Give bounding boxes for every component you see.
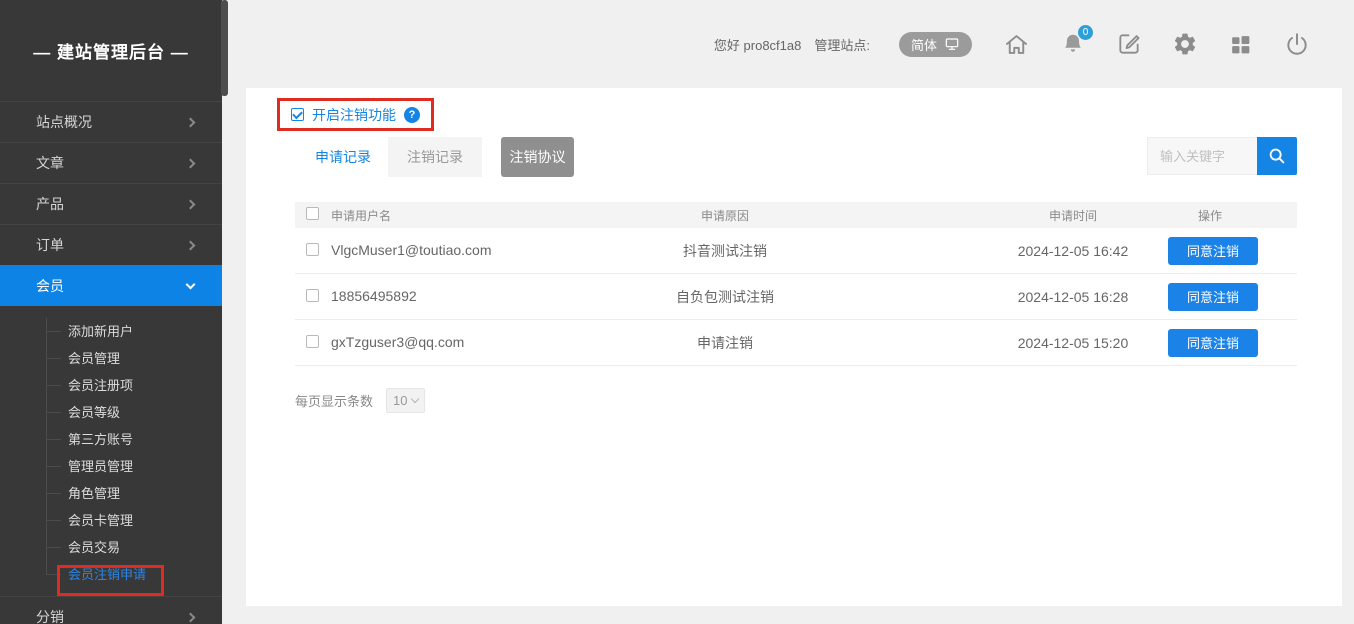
row-checkbox[interactable] [306,243,319,256]
table-row: VlgcMuser1@toutiao.com 抖音测试注销 2024-12-05… [295,228,1297,274]
row-reason: 抖音测试注销 [535,241,915,261]
gear-icon[interactable] [1171,31,1198,58]
home-icon[interactable] [1003,31,1030,58]
manage-site-label: 管理站点: [814,35,870,54]
row-reason: 自负包测试注销 [535,287,915,307]
topbar: 您好 pro8cf1a8 管理站点: 简体 0 [222,0,1354,88]
sidebar-subitem-admin-management[interactable]: 管理员管理 [0,452,222,479]
row-reason: 申请注销 [535,333,915,353]
tab-application-records[interactable]: 申请记录 [298,137,388,177]
sidebar-item-label: 站点概况 [36,112,92,132]
subitem-label: 会员注销申请 [68,564,146,583]
chevron-right-icon [186,612,196,622]
subitem-label: 会员管理 [68,348,120,367]
subitem-label: 添加新用户 [68,321,133,340]
chevron-right-icon [186,117,196,127]
subitem-label: 会员等级 [68,402,120,421]
approve-cancellation-button[interactable]: 同意注销 [1168,237,1258,265]
language-site-button[interactable]: 简体 [899,32,972,57]
search-input[interactable] [1147,137,1257,175]
subitem-label: 管理员管理 [68,456,133,475]
greeting-text: 您好 pro8cf1a8 [714,35,801,54]
main-panel: 开启注销功能 ? 申请记录 注销记录 注销协议 申请用户名 申请原因 申请时间 … [246,88,1342,606]
sidebar-item-label: 文章 [36,153,64,173]
sidebar-item-label: 产品 [36,194,64,214]
sidebar-item-label: 分销 [36,607,64,624]
select-all-checkbox[interactable] [306,207,319,220]
subitem-label: 第三方账号 [68,429,133,448]
chevron-right-icon [186,158,196,168]
header-action: 操作 [1198,207,1222,224]
sidebar-subitem-third-party-accounts[interactable]: 第三方账号 [0,425,222,452]
sidebar-subitem-role-management[interactable]: 角色管理 [0,479,222,506]
table-row: 18856495892 自负包测试注销 2024-12-05 16:28 同意注… [295,274,1297,320]
tabs: 申请记录 注销记录 注销协议 [298,137,574,177]
table-header: 申请用户名 申请原因 申请时间 操作 [295,202,1297,228]
approve-cancellation-button[interactable]: 同意注销 [1168,329,1258,357]
header-username: 申请用户名 [331,207,535,224]
chevron-down-icon [186,279,196,289]
pagination: 每页显示条数 10 [295,388,425,413]
sidebar-subitem-add-new-user[interactable]: 添加新用户 [0,317,222,344]
sidebar-item-distribution[interactable]: 分销 [0,596,222,624]
sidebar-item-orders[interactable]: 订单 [0,224,222,265]
enable-cancellation-checkbox[interactable] [291,108,304,121]
header-time: 申请时间 [915,207,1231,224]
account-info: 您好 pro8cf1a8 管理站点: [714,35,870,54]
sidebar-item-site-overview[interactable]: 站点概况 [0,101,222,142]
subitem-label: 角色管理 [68,483,120,502]
sidebar-subitem-member-cancellation-requests[interactable]: 会员注销申请 [0,560,222,587]
help-icon[interactable]: ? [404,107,420,123]
search-icon [1266,145,1288,167]
subitem-label: 会员卡管理 [68,510,133,529]
tab-cancellation-agreement[interactable]: 注销协议 [501,137,574,177]
row-username: gxTzguser3@qq.com [331,334,464,351]
language-label: 简体 [911,35,937,54]
tab-cancellation-records[interactable]: 注销记录 [388,137,482,177]
subitem-label: 会员交易 [68,537,120,556]
notification-badge: 0 [1078,25,1093,40]
sidebar-item-label: 订单 [36,235,64,255]
cancellation-toggle-highlight: 开启注销功能 ? [277,98,434,131]
page-size-value: 10 [393,393,407,408]
sidebar: — 建站管理后台 — 站点概况 文章 产品 订单 会员 添加新用户 会员管理 会… [0,0,222,624]
sidebar-subitem-member-registration-fields[interactable]: 会员注册项 [0,371,222,398]
monitor-icon [944,36,960,52]
chevron-down-icon [411,395,419,403]
requests-table: 申请用户名 申请原因 申请时间 操作 VlgcMuser1@toutiao.co… [295,202,1297,366]
sidebar-item-members[interactable]: 会员 [0,265,222,306]
sidebar-item-products[interactable]: 产品 [0,183,222,224]
sidebar-item-label: 会员 [36,276,64,296]
edit-icon[interactable] [1115,31,1142,58]
sidebar-subitem-member-levels[interactable]: 会员等级 [0,398,222,425]
header-reason: 申请原因 [535,207,915,224]
search-bar [1147,137,1297,175]
row-username: VlgcMuser1@toutiao.com [331,242,492,259]
members-submenu: 添加新用户 会员管理 会员注册项 会员等级 第三方账号 管理员管理 角色管理 会… [0,306,222,596]
approve-cancellation-button[interactable]: 同意注销 [1168,283,1258,311]
page-size-select[interactable]: 10 [386,388,425,413]
row-checkbox[interactable] [306,335,319,348]
enable-cancellation-label: 开启注销功能 [312,105,396,125]
search-button[interactable] [1257,137,1297,175]
row-username: 18856495892 [331,288,417,305]
row-checkbox[interactable] [306,289,319,302]
sidebar-scrollbar-thumb[interactable] [221,0,228,96]
sidebar-subitem-member-card-management[interactable]: 会员卡管理 [0,506,222,533]
apps-grid-icon[interactable] [1227,31,1254,58]
page-size-label: 每页显示条数 [295,391,373,410]
sidebar-subitem-member-management[interactable]: 会员管理 [0,344,222,371]
chevron-right-icon [186,199,196,209]
chevron-right-icon [186,240,196,250]
power-icon[interactable] [1283,31,1310,58]
sidebar-subitem-member-transactions[interactable]: 会员交易 [0,533,222,560]
table-row: gxTzguser3@qq.com 申请注销 2024-12-05 15:20 … [295,320,1297,366]
bell-icon[interactable]: 0 [1059,31,1086,58]
sidebar-item-articles[interactable]: 文章 [0,142,222,183]
subitem-label: 会员注册项 [68,375,133,394]
app-title: — 建站管理后台 — [0,0,222,101]
